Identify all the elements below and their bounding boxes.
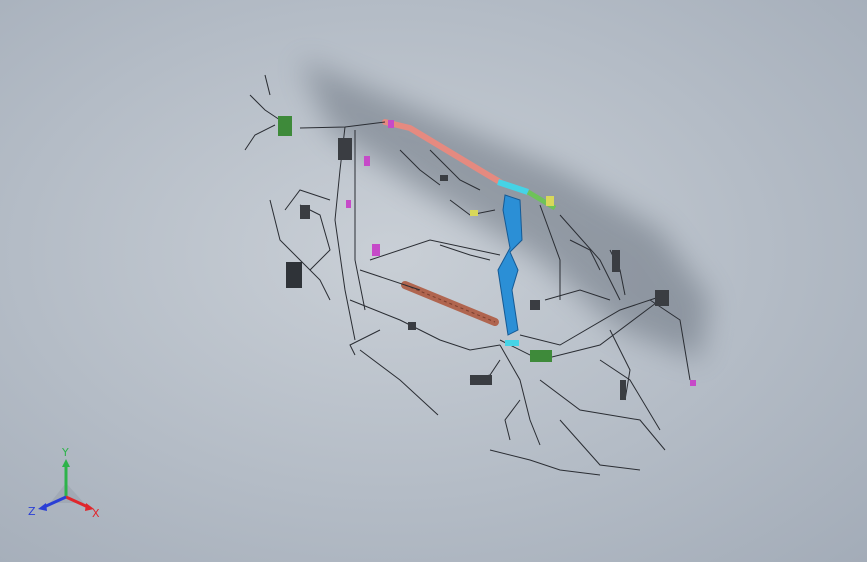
wire-harness-model[interactable] bbox=[0, 0, 867, 562]
coordinate-triad: Y X Z bbox=[28, 446, 100, 520]
z-axis-arrow bbox=[38, 503, 47, 511]
z-axis-label: Z bbox=[28, 505, 36, 518]
y-axis-label: Y bbox=[61, 446, 69, 459]
3d-viewport[interactable]: Y X Z bbox=[0, 0, 867, 562]
x-axis-label: X bbox=[92, 507, 100, 520]
y-axis-arrow bbox=[62, 459, 70, 467]
